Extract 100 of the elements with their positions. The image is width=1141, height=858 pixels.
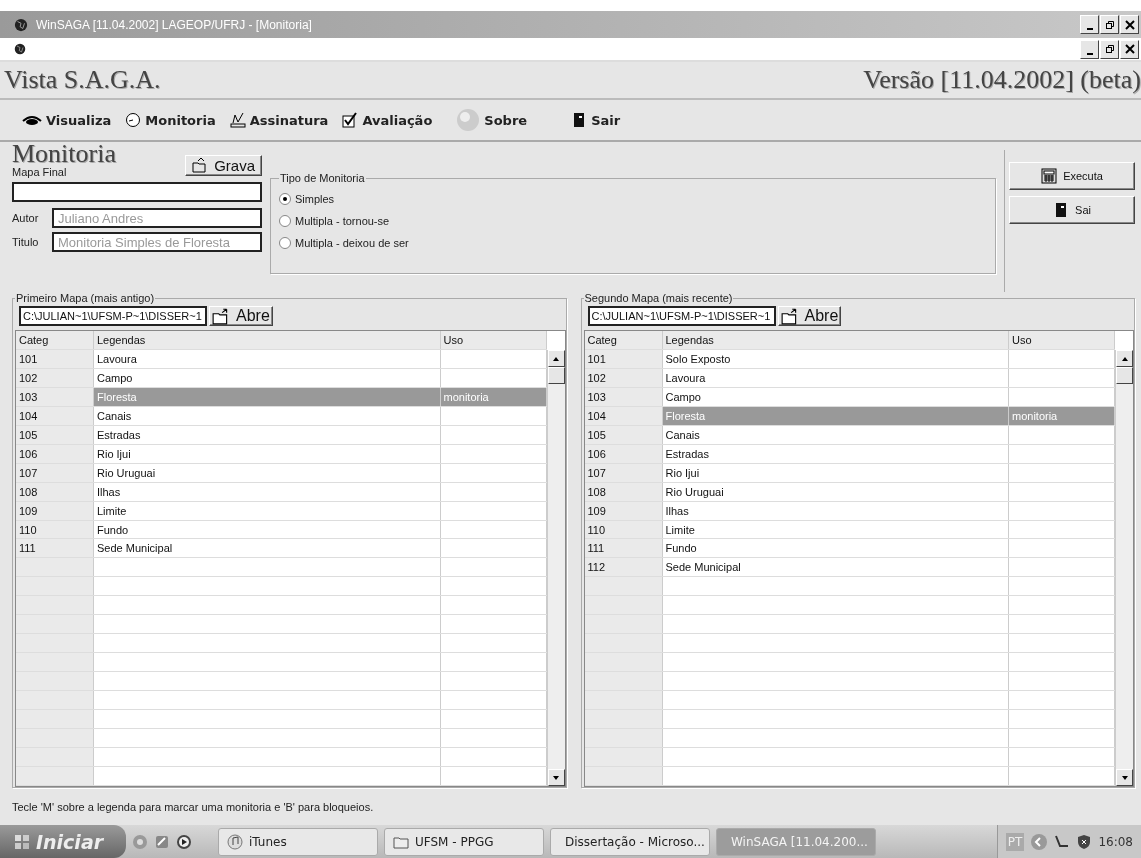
table-row[interactable]: 109 Limite	[16, 501, 547, 521]
table-cell: 108	[16, 482, 94, 501]
table-row[interactable]: 110 Fundo	[16, 520, 547, 540]
table-cell: 106	[584, 444, 663, 463]
shield-icon	[1076, 833, 1093, 850]
start-button[interactable]: Iniciar	[0, 825, 126, 858]
minimize-icon	[1086, 52, 1093, 55]
file-path-field[interactable]: C:\JULIAN~1\UFSM-P~1\DISSER~1	[587, 306, 776, 326]
table-row[interactable]: 112 Sede Municipal	[584, 558, 1115, 578]
column-header[interactable]: Uso	[440, 331, 547, 349]
taskbar-button[interactable]: UFSM - PPGG	[384, 827, 544, 856]
table-row[interactable]: 106 Estradas	[584, 444, 1115, 464]
table-cell: 104	[584, 406, 663, 425]
table-cell: Rio Uruguai	[662, 482, 1009, 501]
table-row[interactable]: 109 Ilhas	[584, 501, 1115, 521]
map-name-field[interactable]	[12, 182, 262, 202]
toolbar-button[interactable]: Visualiza	[22, 112, 112, 128]
toolbar-button[interactable]: Assinatura	[229, 112, 329, 128]
table-row[interactable]: 104 Canais	[16, 406, 547, 426]
radio-option[interactable]: Multipla - deixou de ser	[279, 232, 987, 254]
restore-button[interactable]	[1100, 39, 1119, 59]
toolbar-button[interactable]: Monitoria	[125, 112, 216, 128]
open-button[interactable]: Abre	[209, 306, 273, 326]
open-folder-icon	[192, 157, 209, 173]
table-cell: Ilhas	[662, 501, 1009, 520]
play-icon	[176, 833, 192, 850]
close-icon	[1124, 19, 1135, 30]
minimize-icon	[1086, 28, 1093, 30]
close-icon	[1124, 44, 1135, 54]
app-name: Vista S.A.G.A.	[4, 65, 161, 95]
toolbar-button[interactable]: Sair	[571, 112, 621, 128]
column-header[interactable]: Legendas	[94, 331, 441, 349]
restore-icon	[1104, 44, 1115, 54]
toolbar-button[interactable]: Avaliação	[342, 112, 433, 128]
table-row[interactable]: 107 Rio Ijui	[584, 463, 1115, 483]
scroll-up-button[interactable]	[547, 350, 565, 367]
open-folder-icon	[780, 307, 799, 325]
scroll-thumb[interactable]	[1116, 367, 1133, 384]
scroll-down-button[interactable]	[1116, 769, 1133, 786]
taskbar-button[interactable]: Dissertação - Microso...	[550, 827, 710, 856]
save-button[interactable]: Grava	[185, 154, 262, 176]
action-button[interactable]: Executa	[1009, 162, 1135, 190]
column-header[interactable]: Categ	[16, 331, 94, 349]
table-row[interactable]: 105 Canais	[584, 425, 1115, 445]
table-row[interactable]: 105 Estradas	[16, 425, 547, 445]
table-row[interactable]: 110 Limite	[584, 520, 1115, 540]
table-cell: Lavoura	[94, 349, 441, 368]
radio-option[interactable]: Simples	[279, 188, 987, 210]
restore-icon	[1104, 19, 1115, 30]
minimize-button[interactable]	[1080, 15, 1099, 34]
file-path-field[interactable]: C:\JULIAN~1\UFSM-P~1\DISSER~1	[19, 306, 207, 326]
table-row[interactable]: 106 Rio Ijui	[16, 444, 547, 464]
table-row[interactable]: 111 Fundo	[584, 539, 1115, 559]
column-header[interactable]: Uso	[1009, 331, 1115, 349]
field-label: Mapa Final	[12, 166, 68, 178]
table-row[interactable]: 102 Campo	[16, 368, 547, 388]
column-header[interactable]: Legendas	[662, 331, 1009, 349]
down-arrow-icon	[1120, 773, 1129, 782]
table-cell: Estradas	[662, 444, 1009, 463]
toolbar-button[interactable]: Sobre	[456, 108, 528, 132]
table-cell: 106	[16, 444, 94, 463]
signature-icon	[229, 112, 246, 128]
table-row[interactable]: 101 Solo Exposto	[584, 349, 1115, 369]
table-cell: Canais	[94, 406, 441, 425]
table-row[interactable]: 101 Lavoura	[16, 349, 547, 369]
table-row[interactable]: 111 Sede Municipal	[16, 539, 547, 559]
open-button[interactable]: Abre	[777, 306, 842, 326]
table-row[interactable]: 103 Campo	[584, 387, 1115, 407]
close-button[interactable]	[1120, 39, 1139, 59]
down-arrow-icon	[552, 773, 560, 782]
table-row[interactable]: 104 Floresta monitoria	[584, 406, 1115, 426]
field-label: Titulo	[12, 236, 40, 248]
table-cell: Campo	[662, 387, 1009, 406]
taskbar-button[interactable]: iTunes	[218, 827, 378, 856]
restore-button[interactable]	[1100, 15, 1119, 34]
table-row[interactable]: 107 Rio Uruguai	[16, 463, 547, 483]
table-row[interactable]: 108 Rio Uruguai	[584, 482, 1115, 502]
table-row[interactable]: 102 Lavoura	[584, 368, 1115, 388]
table-cell: 104	[16, 406, 94, 425]
scroll-up-button[interactable]	[1116, 350, 1133, 367]
table-row[interactable]: 103 Floresta monitoria	[16, 387, 547, 407]
table-cell: 107	[584, 463, 663, 482]
scroll-thumb[interactable]	[547, 367, 565, 384]
open-folder-icon	[212, 307, 230, 325]
radio-option[interactable]: Multipla - tornou-se	[279, 210, 987, 232]
scrollbar[interactable]	[1115, 350, 1133, 786]
table-cell: Campo	[94, 368, 441, 387]
table-row[interactable]: 108 Ilhas	[16, 482, 547, 502]
window-title: WinSAGA [11.04.2002] LAGEOP/UFRJ - [Monitoria]	[36, 17, 313, 32]
action-button[interactable]: Sai	[1009, 196, 1135, 224]
table-cell: 109	[16, 501, 94, 520]
minimize-button[interactable]	[1080, 39, 1099, 59]
close-button[interactable]	[1120, 15, 1139, 34]
checkbox-icon	[342, 112, 359, 128]
table-cell: 105	[584, 425, 663, 444]
table-cell: 107	[16, 463, 94, 482]
scroll-down-button[interactable]	[547, 769, 565, 786]
table-cell: 111	[16, 539, 94, 558]
table-cell: Ilhas	[94, 482, 441, 501]
calculator-icon	[1041, 168, 1058, 184]
